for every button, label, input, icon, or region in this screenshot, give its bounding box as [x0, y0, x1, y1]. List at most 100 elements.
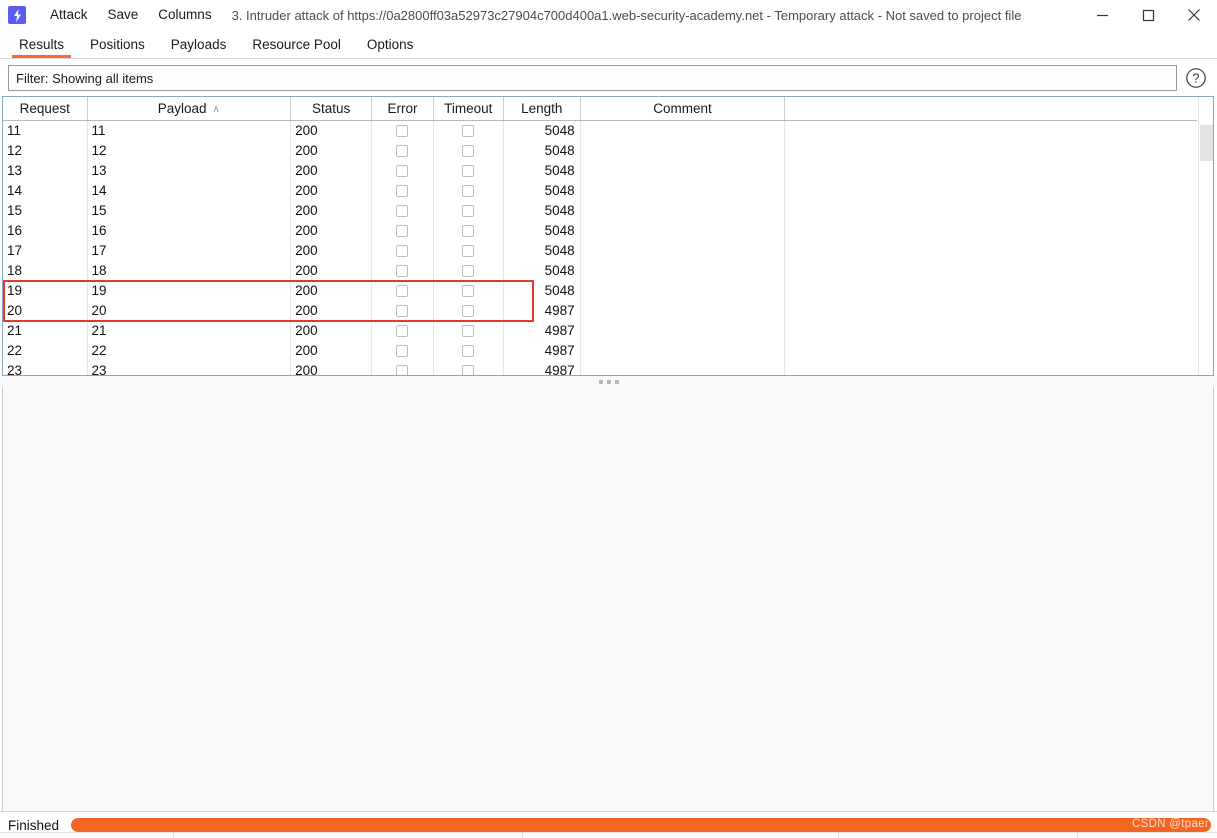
vertical-scrollbar-thumb[interactable]	[1200, 125, 1213, 161]
table-row[interactable]: 23 23 200 4987	[3, 360, 1197, 375]
cell-error[interactable]	[371, 300, 434, 320]
cell-error-checkbox[interactable]	[396, 324, 409, 337]
cell-timeout[interactable]	[433, 160, 504, 180]
cell-error[interactable]	[371, 120, 434, 140]
cell-comment	[580, 160, 786, 180]
cell-error-checkbox[interactable]	[396, 224, 409, 237]
column-header-comment[interactable]: Comment	[580, 97, 786, 121]
cell-comment	[580, 140, 786, 160]
cell-timeout-checkbox[interactable]	[462, 125, 475, 138]
cell-error[interactable]	[371, 240, 434, 260]
cell-error[interactable]	[371, 340, 434, 360]
column-header-error[interactable]: Error	[371, 97, 434, 121]
cell-timeout[interactable]	[433, 240, 504, 260]
cell-timeout-checkbox[interactable]	[462, 204, 475, 217]
tab-payloads[interactable]: Payloads	[158, 30, 240, 58]
cell-error-checkbox[interactable]	[396, 304, 409, 317]
cell-error[interactable]	[371, 360, 434, 375]
tab-positions[interactable]: Positions	[77, 30, 158, 58]
cell-error[interactable]	[371, 280, 434, 300]
cell-timeout-checkbox[interactable]	[462, 264, 475, 277]
cell-error-checkbox[interactable]	[396, 264, 409, 277]
table-row[interactable]: 22 22 200 4987	[3, 340, 1197, 360]
cell-timeout[interactable]	[433, 300, 504, 320]
cell-error[interactable]	[371, 200, 434, 220]
tab-results[interactable]: Results	[6, 30, 77, 58]
cell-timeout[interactable]	[433, 260, 504, 280]
cell-timeout-checkbox[interactable]	[462, 184, 475, 197]
cell-timeout-checkbox[interactable]	[462, 164, 475, 177]
cell-error-checkbox[interactable]	[396, 144, 409, 157]
cell-error-checkbox[interactable]	[396, 204, 409, 217]
column-header-status[interactable]: Status	[290, 97, 373, 121]
cell-error-checkbox[interactable]	[396, 164, 409, 177]
table-row[interactable]: 16 16 200 5048	[3, 220, 1197, 240]
title-bar: Attack Save Columns 3. Intruder attack o…	[0, 0, 1217, 30]
menu-save[interactable]: Save	[98, 0, 149, 30]
cell-error-checkbox[interactable]	[396, 364, 409, 375]
cell-timeout[interactable]	[433, 340, 504, 360]
close-button[interactable]	[1171, 0, 1217, 30]
cell-error[interactable]	[371, 160, 434, 180]
cell-timeout[interactable]	[433, 220, 504, 240]
menu-columns[interactable]: Columns	[148, 0, 221, 30]
cell-timeout-checkbox[interactable]	[462, 144, 475, 157]
cell-timeout-checkbox[interactable]	[462, 244, 475, 257]
cell-timeout-checkbox[interactable]	[462, 344, 475, 357]
tab-resource-pool[interactable]: Resource Pool	[239, 30, 354, 58]
tab-options[interactable]: Options	[354, 30, 427, 58]
table-row[interactable]: 17 17 200 5048	[3, 240, 1197, 260]
cell-error-checkbox[interactable]	[396, 184, 409, 197]
vertical-scrollbar[interactable]	[1198, 97, 1213, 375]
cell-error-checkbox[interactable]	[396, 284, 409, 297]
cell-comment	[580, 240, 786, 260]
cell-timeout[interactable]	[433, 320, 504, 340]
table-row[interactable]: 13 13 200 5048	[3, 160, 1197, 180]
cell-timeout-checkbox[interactable]	[462, 284, 475, 297]
cell-timeout-checkbox[interactable]	[462, 364, 475, 375]
cell-timeout[interactable]	[433, 120, 504, 140]
cell-timeout-checkbox[interactable]	[462, 324, 475, 337]
column-label-timeout: Timeout	[444, 100, 493, 116]
table-row[interactable]: 19 19 200 5048	[3, 280, 1197, 300]
table-row[interactable]: 20 20 200 4987	[3, 300, 1197, 320]
table-row[interactable]: 12 12 200 5048	[3, 140, 1197, 160]
cell-timeout[interactable]	[433, 140, 504, 160]
maximize-button[interactable]	[1125, 0, 1171, 30]
cell-error[interactable]	[371, 320, 434, 340]
column-header-timeout[interactable]: Timeout	[433, 97, 504, 121]
column-header-length[interactable]: Length	[503, 97, 581, 121]
table-row[interactable]: 14 14 200 5048	[3, 180, 1197, 200]
column-header-request[interactable]: Request	[3, 97, 88, 121]
cell-status: 200	[290, 320, 373, 340]
column-header-payload[interactable]: Payload ∧	[87, 97, 292, 121]
cell-error-checkbox[interactable]	[396, 344, 409, 357]
cell-timeout[interactable]	[433, 360, 504, 375]
cell-timeout[interactable]	[433, 200, 504, 220]
cell-error[interactable]	[371, 260, 434, 280]
table-row[interactable]: 11 11 200 5048	[3, 120, 1197, 140]
cell-error-checkbox[interactable]	[396, 125, 409, 138]
splitter-dot	[598, 379, 603, 384]
cell-comment	[580, 220, 786, 240]
cell-error[interactable]	[371, 220, 434, 240]
cell-timeout[interactable]	[433, 180, 504, 200]
question-mark-circle-icon[interactable]: ?	[1181, 63, 1211, 93]
cell-timeout[interactable]	[433, 280, 504, 300]
table-row[interactable]: 15 15 200 5048	[3, 200, 1197, 220]
cell-payload: 18	[87, 260, 292, 280]
minimize-button[interactable]	[1079, 0, 1125, 30]
sliver-divider	[838, 833, 839, 838]
cell-timeout-checkbox[interactable]	[462, 304, 475, 317]
table-row[interactable]: 18 18 200 5048	[3, 260, 1197, 280]
cell-error-checkbox[interactable]	[396, 244, 409, 257]
menu-attack[interactable]: Attack	[40, 0, 98, 30]
cell-error[interactable]	[371, 140, 434, 160]
table-row[interactable]: 21 21 200 4987	[3, 320, 1197, 340]
cell-spacer	[785, 180, 1197, 200]
panel-splitter[interactable]	[0, 376, 1217, 387]
cell-payload: 11	[87, 120, 292, 140]
cell-error[interactable]	[371, 180, 434, 200]
filter-input[interactable]: Filter: Showing all items	[8, 65, 1177, 91]
cell-timeout-checkbox[interactable]	[462, 224, 475, 237]
